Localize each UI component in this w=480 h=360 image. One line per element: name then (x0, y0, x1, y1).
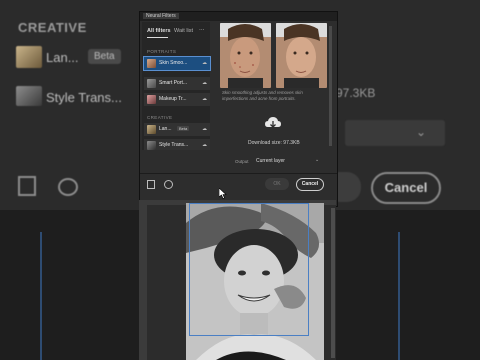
cloud-download-icon[interactable]: ☁ (202, 81, 207, 86)
tab-all-filters[interactable]: All filters (147, 28, 171, 34)
dialog-title-bar: Neural Filters (140, 12, 337, 21)
selection-marquee (189, 203, 309, 336)
ruler-vertical (139, 205, 147, 360)
neural-filters-dialog: Neural Filters All filters Wait list ···… (139, 11, 338, 207)
layers-icon[interactable] (164, 180, 173, 189)
bg-filter-label: Lan... (46, 50, 79, 65)
panel-scrollbar[interactable] (329, 26, 332, 146)
bg-section-label: CREATIVE (18, 20, 87, 35)
bg-cancel-button: Cancel (371, 172, 441, 204)
filter-thumbnail (147, 141, 156, 150)
filter-item-makeup-transfer[interactable]: Makeup Tr... ☁ (144, 93, 210, 106)
tab-active-indicator (147, 37, 168, 38)
cancel-button[interactable]: Cancel (296, 178, 324, 191)
beta-badge: Beta (177, 126, 190, 131)
filter-list-panel: All filters Wait list ··· PORTRAITS Skin… (142, 22, 211, 150)
filter-label: Makeup Tr... (159, 96, 187, 102)
filter-item-smart-portrait[interactable]: Smart Port... ☁ (144, 77, 210, 90)
filter-item-style-transfer[interactable]: Style Trans... ☁ (144, 139, 210, 150)
cloud-download-icon[interactable] (265, 117, 281, 131)
filter-label: Smart Port... (159, 80, 188, 86)
section-portraits: PORTRAITS (147, 49, 177, 54)
filter-item-landscape[interactable]: Lan... Beta ☁ (144, 123, 210, 136)
bg-download-size: 97.3KB (336, 86, 376, 100)
more-options-icon[interactable]: ··· (199, 27, 205, 33)
tab-wait-list[interactable]: Wait list (174, 28, 193, 34)
canvas-scrollbar[interactable] (331, 208, 335, 358)
bg-filter-label-2: Style Trans... (46, 90, 122, 105)
preview-before (220, 23, 271, 88)
section-creative: CREATIVE (147, 115, 173, 120)
filter-thumbnail (147, 95, 156, 104)
bg-output-dropdown (345, 120, 445, 146)
bg-guide-line (40, 232, 42, 360)
download-size-label: Download size: 97.3KB (248, 140, 300, 146)
filter-description: Skin smoothing adjusts and removes skin … (222, 90, 303, 101)
cloud-download-icon[interactable]: ☁ (202, 61, 207, 66)
filter-thumbnail (147, 125, 156, 134)
output-dropdown[interactable]: Current layer ⌄ (254, 157, 324, 166)
ok-button[interactable]: OK (265, 178, 289, 190)
preview-after (276, 23, 327, 88)
bg-layers-icon (58, 178, 78, 196)
filter-label: Skin Smoo... (159, 60, 188, 66)
cloud-download-icon[interactable]: ☁ (202, 143, 207, 148)
filter-thumbnail (147, 59, 156, 68)
compare-icon[interactable] (147, 180, 155, 189)
filter-item-skin-smoothing[interactable]: Skin Smoo... ☁ (143, 56, 211, 71)
chevron-down-icon: ⌄ (315, 157, 320, 163)
divider (140, 173, 337, 174)
filter-label: Lan... (159, 126, 172, 132)
filter-thumbnail (147, 79, 156, 88)
output-label: Output (235, 159, 249, 164)
cloud-download-icon[interactable]: ☁ (202, 127, 207, 132)
bg-beta-badge: Beta (88, 49, 121, 64)
bg-compare-icon (18, 176, 36, 196)
output-value: Current layer (256, 158, 285, 164)
bg-filter-thumbnail (16, 46, 42, 68)
cloud-download-icon[interactable]: ☁ (202, 97, 207, 102)
filter-label: Style Trans... (159, 142, 189, 148)
bg-filter-thumbnail-2 (16, 86, 42, 106)
bg-chevron-down-icon: ⌄ (416, 125, 427, 139)
document-canvas[interactable] (139, 200, 336, 360)
bg-guide-line (398, 232, 400, 360)
dialog-title: Neural Filters (143, 13, 179, 19)
